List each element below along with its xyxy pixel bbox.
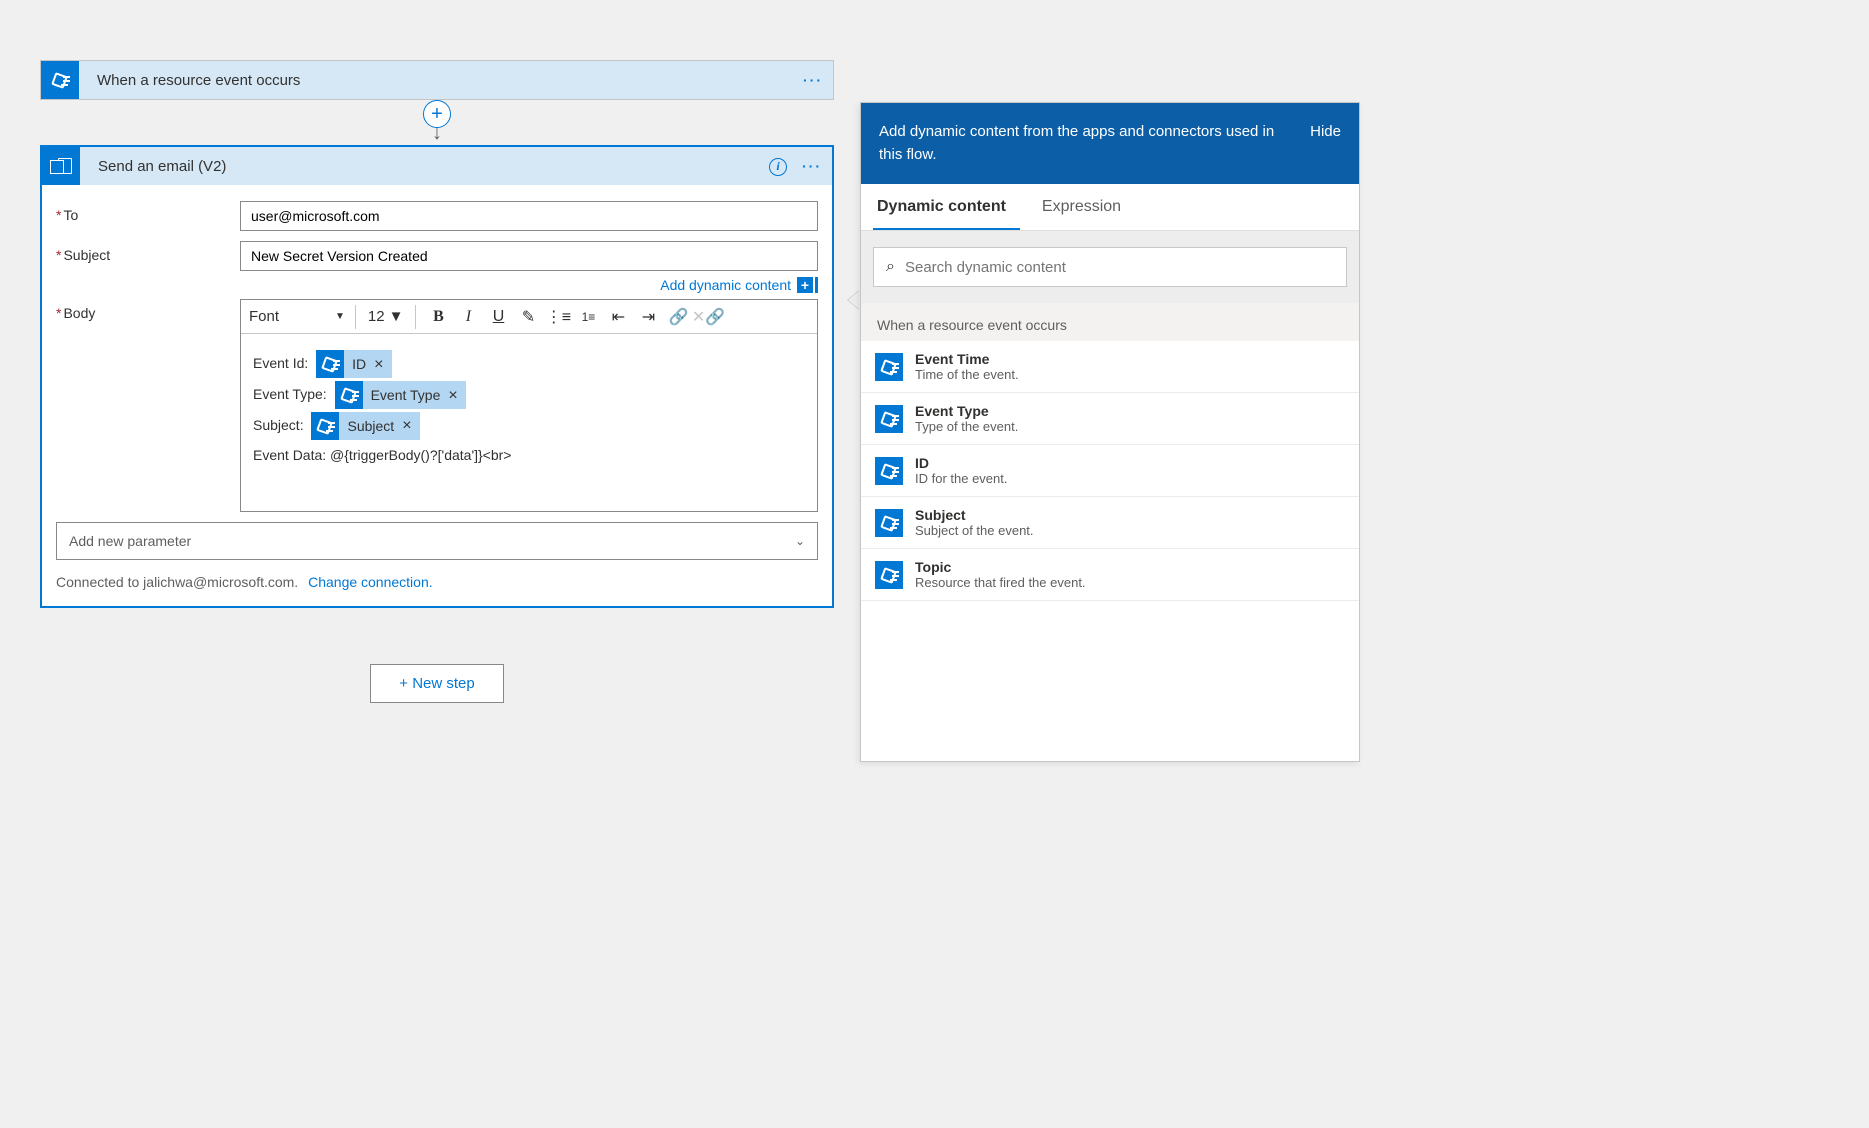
link-button[interactable]: 🔗 (664, 303, 692, 331)
search-box[interactable]: ⌕ (873, 247, 1347, 287)
dc-item-desc: ID for the event. (915, 471, 1008, 486)
dynamic-content-panel: Add dynamic content from the apps and co… (860, 102, 1360, 762)
subject-input[interactable] (240, 241, 818, 271)
dc-item-desc: Time of the event. (915, 367, 1019, 382)
event-grid-icon (875, 405, 903, 433)
font-size-select[interactable]: 12▼ (364, 308, 408, 325)
change-connection-link[interactable]: Change connection. (308, 574, 433, 590)
dc-item-title: Subject (915, 507, 1034, 523)
dc-item-title: ID (915, 455, 1008, 471)
add-action-button[interactable]: + (423, 100, 451, 128)
body-line1-label: Event Id: (253, 355, 308, 371)
remove-token-icon[interactable]: × (374, 347, 383, 382)
body-editor: Font▼ 12▼ B I U ✎ ⋮≡ 1≡ ⇤ ⇥ 🔗 (240, 299, 818, 512)
to-input[interactable] (240, 201, 818, 231)
remove-token-icon[interactable]: × (402, 408, 411, 443)
search-input[interactable] (905, 259, 1334, 276)
panel-header-text: Add dynamic content from the apps and co… (879, 121, 1290, 166)
outdent-button[interactable]: ⇤ (604, 303, 632, 331)
outlook-icon (42, 147, 80, 185)
action-title: Send an email (V2) (80, 158, 764, 175)
body-line4: Event Data: @{triggerBody()?['data']}<br… (253, 440, 805, 471)
callout-arrow-icon (848, 290, 860, 310)
add-parameter-dropdown[interactable]: Add new parameter ⌄ (56, 522, 818, 560)
event-grid-icon (41, 61, 79, 99)
add-dynamic-content-icon[interactable]: + (797, 277, 818, 293)
subject-label: Subject (63, 247, 110, 263)
dc-item-desc: Resource that fired the event. (915, 575, 1086, 590)
body-line2-label: Event Type: (253, 386, 327, 402)
trigger-more-button[interactable]: ··· (793, 72, 833, 88)
body-label: Body (63, 305, 95, 321)
editor-content[interactable]: Event Id: ID× Event Type: Event Type× Su… (241, 334, 817, 511)
chevron-down-icon: ⌄ (795, 534, 805, 548)
dynamic-content-item[interactable]: IDID for the event. (861, 445, 1359, 497)
dynamic-content-item[interactable]: SubjectSubject of the event. (861, 497, 1359, 549)
font-family-select[interactable]: Font▼ (247, 304, 347, 329)
trigger-card[interactable]: When a resource event occurs ··· (40, 60, 834, 100)
tab-dynamic-content[interactable]: Dynamic content (873, 184, 1020, 230)
info-button[interactable]: i (764, 157, 792, 176)
new-step-button[interactable]: + New step (370, 664, 503, 703)
connector-arrow: + ↓ (40, 100, 834, 145)
dc-item-title: Event Time (915, 351, 1019, 367)
dc-item-desc: Subject of the event. (915, 523, 1034, 538)
unlink-button: ✕🔗 (694, 303, 722, 331)
add-dynamic-content-link[interactable]: Add dynamic content (660, 277, 791, 293)
indent-button[interactable]: ⇥ (634, 303, 662, 331)
body-line3-label: Subject: (253, 417, 304, 433)
trigger-title: When a resource event occurs (79, 72, 793, 89)
send-email-card: Send an email (V2) i ··· *To *Subject Ad… (40, 145, 834, 608)
dynamic-content-item[interactable]: Event TimeTime of the event. (861, 341, 1359, 393)
dc-item-title: Event Type (915, 403, 1018, 419)
connection-info-text: Connected to jalichwa@microsoft.com. (56, 574, 298, 590)
tab-expression[interactable]: Expression (1038, 184, 1135, 230)
dynamic-content-item[interactable]: Event TypeType of the event. (861, 393, 1359, 445)
editor-toolbar: Font▼ 12▼ B I U ✎ ⋮≡ 1≡ ⇤ ⇥ 🔗 (241, 300, 817, 334)
underline-button[interactable]: U (484, 303, 512, 331)
dc-item-title: Topic (915, 559, 1086, 575)
font-color-button[interactable]: ✎ (514, 303, 542, 331)
panel-section-title: When a resource event occurs (861, 303, 1359, 341)
italic-button[interactable]: I (454, 303, 482, 331)
search-icon: ⌕ (886, 258, 895, 276)
to-label: To (63, 207, 78, 223)
remove-token-icon[interactable]: × (448, 378, 457, 413)
token-event-type[interactable]: Event Type× (335, 381, 466, 409)
token-subject[interactable]: Subject× (311, 412, 419, 440)
hide-panel-button[interactable]: Hide (1310, 121, 1341, 144)
action-more-button[interactable]: ··· (792, 158, 832, 174)
event-grid-icon (875, 561, 903, 589)
event-grid-icon (875, 457, 903, 485)
bold-button[interactable]: B (424, 303, 452, 331)
dynamic-content-item[interactable]: TopicResource that fired the event. (861, 549, 1359, 601)
event-grid-icon (875, 353, 903, 381)
dc-item-desc: Type of the event. (915, 419, 1018, 434)
token-id[interactable]: ID× (316, 350, 391, 378)
number-list-button[interactable]: 1≡ (574, 303, 602, 331)
event-grid-icon (875, 509, 903, 537)
bullet-list-button[interactable]: ⋮≡ (544, 303, 572, 331)
